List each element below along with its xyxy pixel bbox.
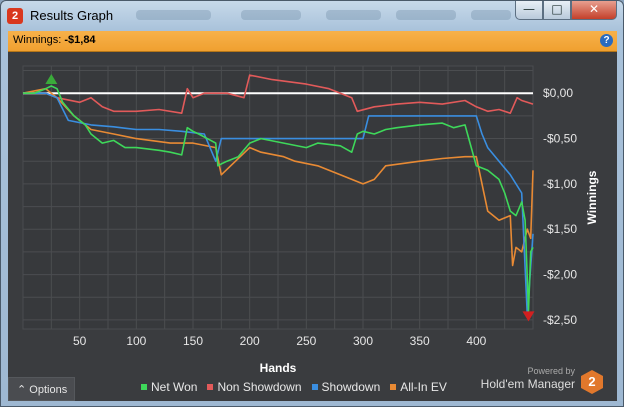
background-tab-ghost	[326, 10, 381, 20]
background-tab-ghost	[136, 10, 211, 20]
minimize-button[interactable]: —	[515, 1, 543, 20]
legend-label-showdown: Showdown	[321, 380, 381, 394]
close-button[interactable]: ✕	[571, 1, 617, 20]
legend-label-net-won: Net Won	[151, 380, 198, 394]
x-tick-label: 350	[410, 334, 430, 348]
maximize-button[interactable]: □	[543, 1, 571, 20]
winnings-summary: Winnings: -$1,84	[13, 34, 96, 46]
help-icon[interactable]: ?	[600, 34, 613, 47]
results-chart: 50 100 150 200 250 300 350 400 $0,00 -$0,50 -$1,00…	[22, 65, 599, 375]
x-tick-label: 300	[353, 334, 373, 348]
powered-by-label: Powered by	[527, 366, 575, 376]
legend-swatch-non-showdown	[207, 384, 214, 390]
background-tab-ghost	[471, 10, 511, 20]
x-tick-label: 200	[240, 334, 260, 348]
y-tick-label: -$0,50	[543, 132, 577, 146]
y-tick-label: -$1,00	[543, 177, 577, 191]
title-bar[interactable]: 2 Results Graph — □ ✕	[1, 1, 623, 31]
legend-item-non-showdown[interactable]: Non Showdown	[207, 380, 302, 394]
powered-by-branding: Powered by Hold'em Manager 2	[463, 366, 603, 396]
bottom-bar: ⌃ Options Net Won Non Showdown Showdown	[8, 366, 617, 401]
background-tab-ghost	[241, 10, 301, 20]
app-logo-icon: 2	[7, 8, 23, 24]
x-tick-label: 400	[466, 334, 486, 348]
background-tab-ghost	[396, 10, 456, 20]
window-controls: — □ ✕	[515, 1, 617, 21]
y-tick-label: $0,00	[543, 86, 573, 100]
holdem-manager-logo-icon: 2	[581, 370, 603, 394]
window-title: Results Graph	[30, 8, 114, 23]
legend-item-net-won[interactable]: Net Won	[141, 380, 197, 394]
options-label: Options	[29, 384, 68, 396]
x-tick-label: 250	[296, 334, 316, 348]
legend-label-non-showdown: Non Showdown	[217, 380, 302, 394]
graph-panel: Winnings: -$1,84 ? 50 100 150 200 250 300 350 4…	[8, 31, 617, 401]
winnings-value: -$1,84	[64, 34, 96, 46]
y-tick-label: -$2,00	[543, 268, 577, 282]
x-tick-label: 100	[126, 334, 146, 348]
options-button[interactable]: ⌃ Options	[8, 377, 75, 401]
legend-swatch-net-won	[141, 384, 147, 390]
legend-swatch-showdown	[311, 384, 318, 390]
chart-legend: Net Won Non Showdown Showdown All-In EV	[141, 380, 447, 394]
legend-swatch-allin-ev	[390, 384, 397, 390]
chevron-up-icon: ⌃	[17, 384, 27, 396]
y-axis-label: Winnings	[585, 170, 599, 224]
y-tick-label: -$2,50	[543, 313, 577, 327]
winnings-label: Winnings:	[13, 34, 62, 46]
legend-item-showdown[interactable]: Showdown	[311, 380, 381, 394]
x-tick-label: 150	[183, 334, 203, 348]
y-tick-label: -$1,50	[543, 222, 577, 236]
legend-item-allin-ev[interactable]: All-In EV	[390, 380, 447, 394]
legend-label-allin-ev: All-In EV	[400, 380, 447, 394]
winnings-bar: Winnings: -$1,84 ?	[8, 31, 617, 52]
x-axis-label: Hands	[260, 361, 297, 375]
x-tick-label: 50	[73, 334, 87, 348]
brand-name: Hold'em Manager	[480, 377, 575, 391]
results-graph-window: 2 Results Graph — □ ✕ Winnings: -$1,84 ?…	[0, 0, 624, 407]
